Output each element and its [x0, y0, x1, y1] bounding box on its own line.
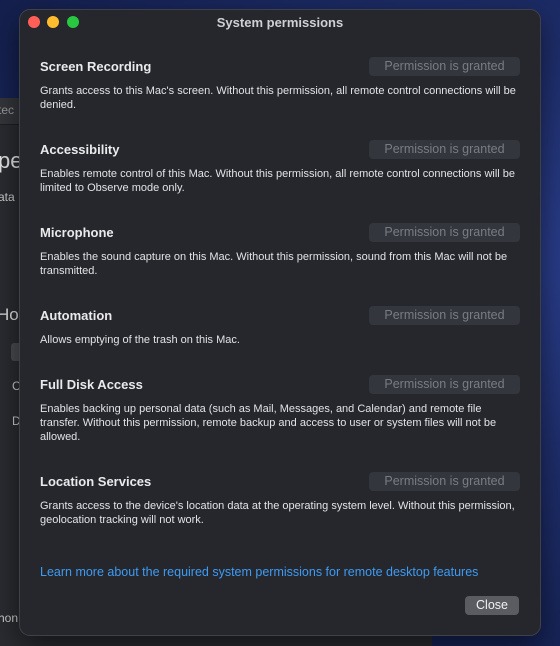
permission-title: Accessibility: [40, 142, 120, 157]
permission-status-badge: Permission is granted: [369, 375, 520, 394]
permission-description: Allows emptying of the trash on this Mac…: [40, 334, 240, 346]
permission-status-badge: Permission is granted: [369, 472, 520, 491]
background-bottom-text: hon: [0, 611, 19, 625]
permission-title: Full Disk Access: [40, 377, 143, 392]
permission-status-badge: Permission is granted: [369, 223, 520, 242]
permission-title: Automation: [40, 308, 113, 323]
permission-description: Enables backing up personal data (such a…: [40, 403, 497, 443]
system-permissions-dialog: System permissions Screen Recording Perm…: [19, 9, 541, 636]
permission-description: Enables the sound capture on this Mac. W…: [40, 251, 508, 277]
close-button[interactable]: Close: [465, 596, 519, 615]
permission-description: Grants access to the device's location d…: [40, 500, 515, 526]
learn-more-link[interactable]: Learn more about the required system per…: [40, 565, 478, 579]
permission-status-badge: Permission is granted: [369, 57, 520, 76]
background-title: tec: [0, 103, 15, 117]
background-line: ata: [0, 190, 15, 204]
permission-title: Microphone: [40, 225, 114, 240]
permission-description: Enables remote control of this Mac. With…: [40, 168, 516, 194]
permission-status-badge: Permission is granted: [369, 140, 520, 159]
permission-status-badge: Permission is granted: [369, 306, 520, 325]
permission-title: Location Services: [40, 474, 152, 489]
permission-title: Screen Recording: [40, 59, 152, 74]
dialog-title: System permissions: [216, 15, 344, 30]
permission-description: Grants access to this Mac's screen. With…: [40, 85, 516, 111]
dialog-titlebar: System permissions: [20, 10, 540, 36]
